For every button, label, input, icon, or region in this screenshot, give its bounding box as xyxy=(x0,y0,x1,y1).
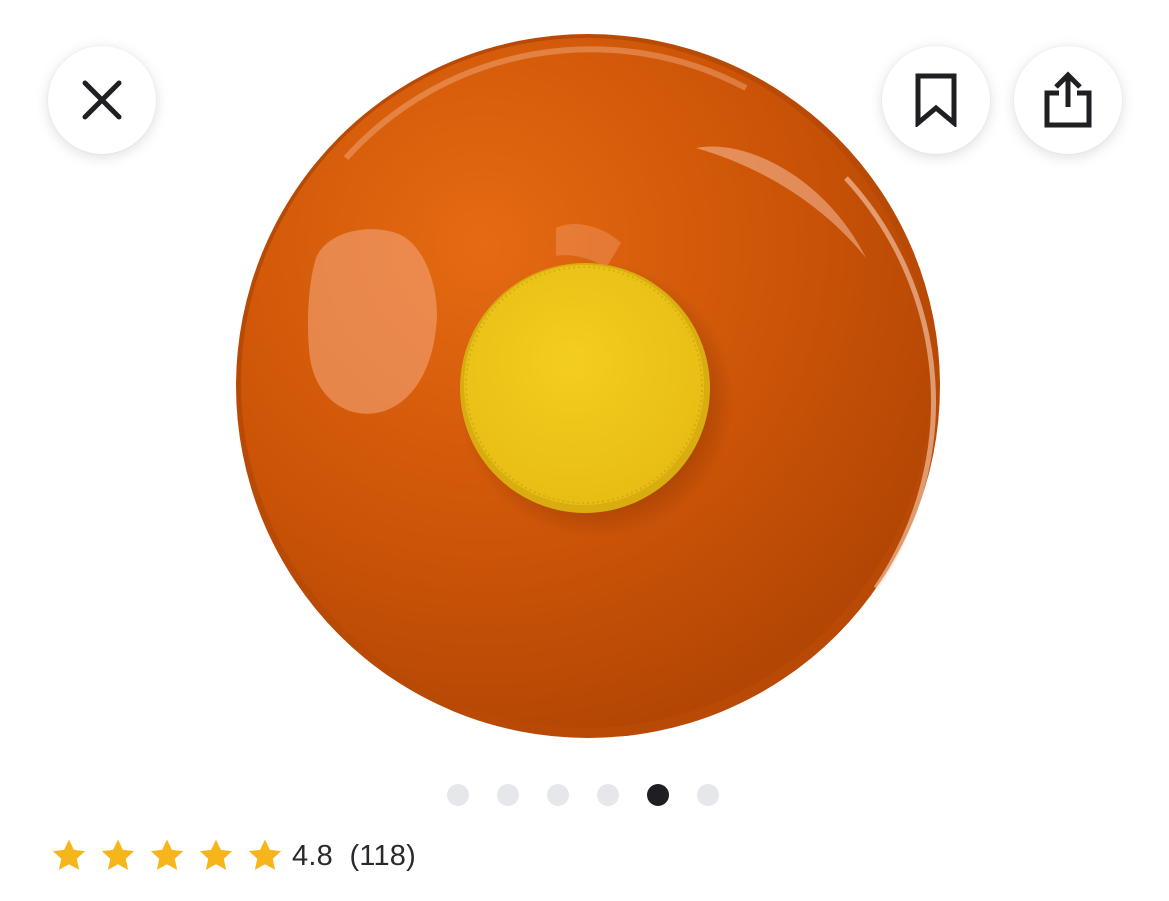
close-icon xyxy=(82,80,122,120)
share-button[interactable] xyxy=(1014,46,1122,154)
rating-text: 4.8 (118) xyxy=(292,840,416,873)
pagination-dot[interactable] xyxy=(447,784,469,806)
rating-score: 4.8 xyxy=(292,839,342,872)
pagination-dot[interactable] xyxy=(547,784,569,806)
star-rating xyxy=(50,837,292,875)
star-icon xyxy=(248,839,282,870)
star-icon xyxy=(101,839,135,870)
rating-summary[interactable]: 4.8 (118) xyxy=(50,834,416,878)
star-icon xyxy=(52,839,86,870)
pagination-dot[interactable] xyxy=(697,784,719,806)
pagination-dot[interactable] xyxy=(597,784,619,806)
pagination-dot[interactable] xyxy=(497,784,519,806)
star-icon xyxy=(150,839,184,870)
star-icon xyxy=(199,839,233,870)
share-icon xyxy=(1044,71,1092,128)
close-button[interactable] xyxy=(48,46,156,154)
gallery-pagination xyxy=(447,784,719,806)
pagination-dot-active[interactable] xyxy=(647,784,669,806)
product-image[interactable] xyxy=(226,28,946,748)
rating-count: (118) xyxy=(349,839,416,872)
